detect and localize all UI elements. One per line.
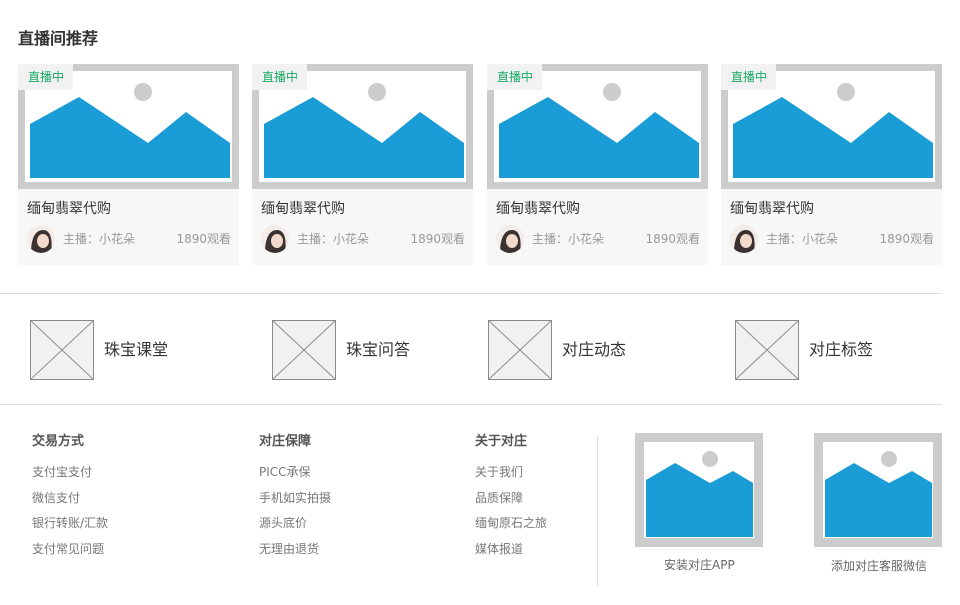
live-badge: 直播中 xyxy=(721,64,776,90)
footer-link[interactable]: 关于我们 xyxy=(475,465,547,491)
view-count: 1890观看 xyxy=(879,232,934,246)
live-room-thumbnail[interactable]: 直播中 xyxy=(252,64,473,189)
live-room-card[interactable]: 直播中 缅甸翡翠代购 主播：小花朵 1890观看 xyxy=(18,64,239,265)
wechat-qr-code xyxy=(814,433,942,547)
live-room-title[interactable]: 缅甸翡翠代购 xyxy=(730,200,814,218)
image-placeholder-icon xyxy=(825,451,932,537)
footer-link[interactable]: 媒体报道 xyxy=(475,542,547,568)
footer-heading: 关于对庄 xyxy=(475,434,528,449)
host-avatar xyxy=(27,225,55,253)
live-room-title[interactable]: 缅甸翡翠代购 xyxy=(496,200,580,218)
footer-link[interactable]: 缅甸原石之旅 xyxy=(475,516,547,542)
host-avatar xyxy=(496,225,524,253)
live-badge: 直播中 xyxy=(18,64,73,90)
live-room-card[interactable]: 直播中 缅甸翡翠代购 主播：小花朵 1890观看 xyxy=(487,64,708,265)
image-placeholder-icon xyxy=(272,320,336,380)
live-room-thumbnail[interactable]: 直播中 xyxy=(18,64,239,189)
footer-heading: 交易方式 xyxy=(32,434,85,449)
footer-link[interactable]: 品质保障 xyxy=(475,491,547,517)
live-room-thumbnail[interactable]: 直播中 xyxy=(721,64,942,189)
footer-link[interactable]: 支付宝支付 xyxy=(32,465,108,491)
category-label: 对庄动态 xyxy=(562,340,627,359)
live-badge: 直播中 xyxy=(487,64,542,90)
footer-column-payment: 交易方式 支付宝支付 微信支付 银行转账/汇款 支付常见问题 xyxy=(32,433,108,567)
live-room-card[interactable]: 直播中 缅甸翡翠代购 主播：小花朵 1890观看 xyxy=(721,64,942,265)
footer-link[interactable]: 无理由退货 xyxy=(259,542,331,568)
category-label: 珠宝课堂 xyxy=(104,340,169,359)
host-name: 主播：小花朵 xyxy=(766,232,839,246)
live-room-title[interactable]: 缅甸翡翠代购 xyxy=(27,200,111,218)
view-count: 1890观看 xyxy=(410,232,465,246)
live-room-card[interactable]: 直播中 缅甸翡翠代购 主播：小花朵 1890观看 xyxy=(252,64,473,265)
footer-divider xyxy=(597,436,598,586)
host-name: 主播：小花朵 xyxy=(532,232,605,246)
live-badge: 直播中 xyxy=(252,64,307,90)
category-label: 对庄标签 xyxy=(809,340,874,359)
host-avatar xyxy=(730,225,758,253)
footer-link[interactable]: 支付常见问题 xyxy=(32,542,108,568)
footer-link[interactable]: 银行转账/汇款 xyxy=(32,516,108,542)
footer-column-about: 关于对庄 关于我们 品质保障 缅甸原石之旅 媒体报道 xyxy=(475,433,547,567)
wechat-qr-caption: 添加对庄客服微信 xyxy=(831,559,928,573)
app-qr-caption: 安装对庄APP xyxy=(664,558,735,572)
footer-link[interactable]: 源头底价 xyxy=(259,516,331,542)
host-avatar xyxy=(261,225,289,253)
category-label: 珠宝问答 xyxy=(346,340,411,359)
live-section-title: 直播间推荐 xyxy=(18,29,99,48)
image-placeholder-icon xyxy=(488,320,552,380)
live-room-thumbnail[interactable]: 直播中 xyxy=(487,64,708,189)
footer-column-guarantee: 对庄保障 PICC承保 手机如实拍摄 源头底价 无理由退货 xyxy=(259,433,331,567)
host-name: 主播：小花朵 xyxy=(63,232,136,246)
section-divider xyxy=(0,404,942,405)
view-count: 1890观看 xyxy=(645,232,700,246)
footer-heading: 对庄保障 xyxy=(259,434,312,449)
section-divider xyxy=(0,293,942,294)
image-placeholder-icon xyxy=(735,320,799,380)
footer-link[interactable]: PICC承保 xyxy=(259,465,331,491)
app-qr-code xyxy=(635,433,763,547)
live-room-title[interactable]: 缅甸翡翠代购 xyxy=(261,200,345,218)
image-placeholder-icon xyxy=(646,451,753,537)
host-name: 主播：小花朵 xyxy=(297,232,370,246)
view-count: 1890观看 xyxy=(176,232,231,246)
footer-link[interactable]: 微信支付 xyxy=(32,491,108,517)
footer-link[interactable]: 手机如实拍摄 xyxy=(259,491,331,517)
image-placeholder-icon xyxy=(30,320,94,380)
